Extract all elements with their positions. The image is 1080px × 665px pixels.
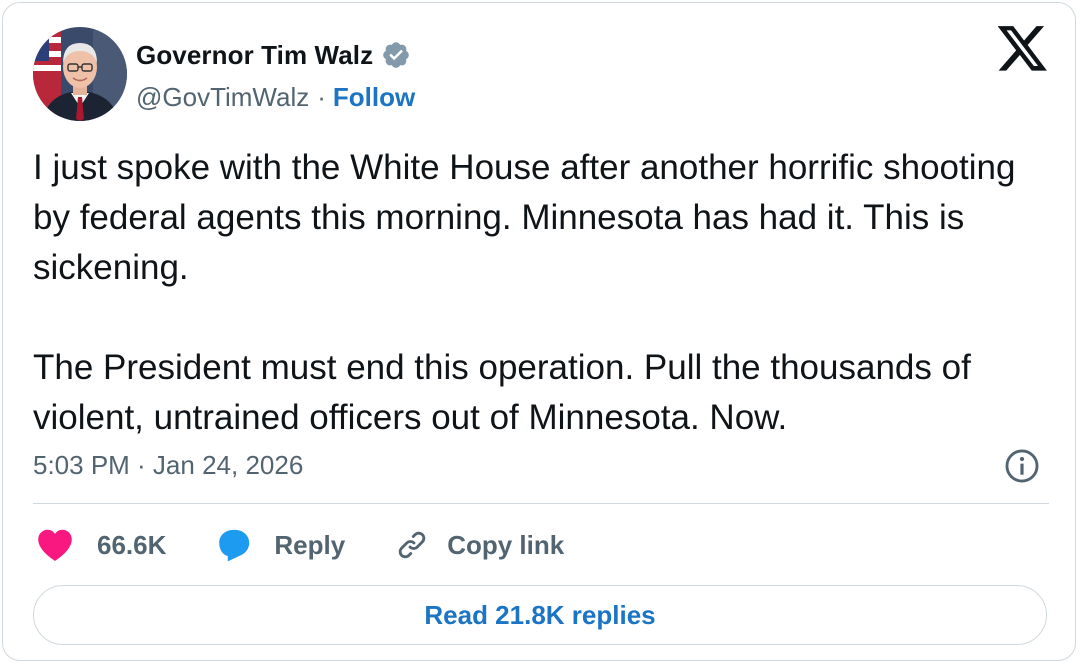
verified-badge-icon (381, 40, 411, 70)
x-logo-icon[interactable] (997, 25, 1049, 75)
tweet-timestamp-row: 5:03 PM · Jan 24, 2026 (33, 444, 303, 486)
read-replies-button[interactable]: Read 21.8K replies (33, 585, 1047, 645)
author-name-row: Governor Tim Walz (136, 35, 411, 75)
like-count: 66.6K (97, 529, 167, 560)
heart-icon (37, 528, 73, 562)
tweet-paragraph: The President must end this operation. P… (33, 348, 971, 437)
tweet-timestamp[interactable]: 5:03 PM · Jan 24, 2026 (33, 450, 303, 481)
reply-bubble-icon (216, 528, 252, 562)
divider (33, 503, 1049, 504)
author-display-name[interactable]: Governor Tim Walz (136, 40, 373, 71)
tweet-embed-card: Governor Tim Walz @GovTimWalz · Follow I… (2, 2, 1076, 661)
action-bar: 66.6K Reply Copy link (37, 523, 564, 567)
info-icon[interactable] (1003, 447, 1041, 485)
reply-button[interactable]: Reply (216, 528, 345, 562)
reply-label: Reply (274, 529, 346, 560)
copy-link-button[interactable]: Copy link (395, 528, 564, 562)
like-button[interactable]: 66.6K (37, 528, 166, 562)
separator-dot: · (317, 81, 326, 112)
author-handle-row: @GovTimWalz · Follow (136, 79, 415, 115)
author-handle[interactable]: @GovTimWalz (136, 82, 309, 113)
tweet-paragraph: I just spoke with the White House after … (33, 148, 1016, 287)
link-icon (395, 528, 429, 562)
avatar[interactable] (33, 27, 127, 121)
profile-photo-icon (33, 27, 127, 121)
tweet-text: I just spoke with the White House after … (33, 143, 1053, 443)
follow-button[interactable]: Follow (333, 82, 415, 113)
copy-link-label: Copy link (447, 529, 565, 560)
